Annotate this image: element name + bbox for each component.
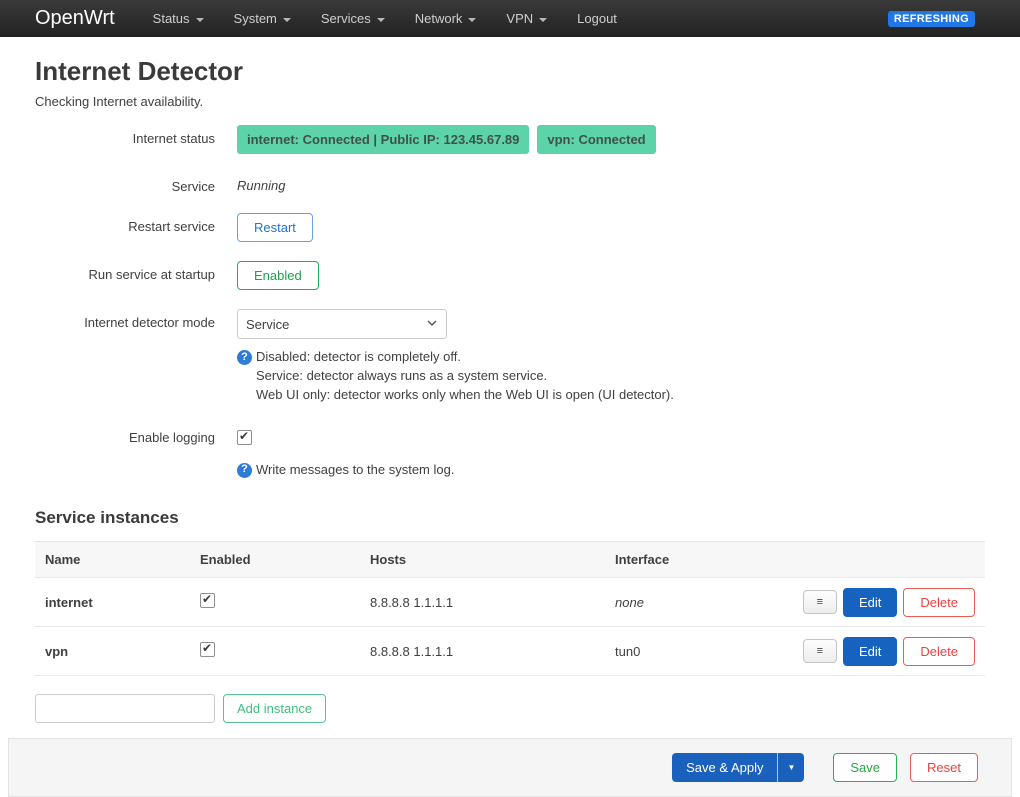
run-at-startup-label: Run service at startup [35,261,215,282]
instance-interface: none [615,595,785,610]
footer-actions: Save & Apply ▼ Save Reset [8,738,1012,797]
col-header-hosts: Hosts [370,552,615,567]
col-header-name: Name [35,552,200,567]
nav-item-label: Status [153,11,190,26]
save-apply-split-button: Save & Apply ▼ [672,753,804,782]
status-badges: internet: Connected | Public IP: 123.45.… [237,125,656,154]
service-state-value: Running [237,173,285,193]
caret-down-icon [468,18,476,22]
internet-status-label: Internet status [35,125,215,146]
instances-table-header: Name Enabled Hosts Interface [35,542,985,578]
instance-name: internet [35,595,200,610]
nav-item-status[interactable]: Status [153,11,204,26]
col-header-interface: Interface [615,552,785,567]
table-row-internet: internet 8.8.8.8 1.1.1.1 none ≡ Edit Del… [35,578,985,627]
nav-item-label: Services [321,11,371,26]
form-row-startup: Run service at startup Enabled [35,261,985,290]
instance-hosts: 8.8.8.8 1.1.1.1 [370,595,615,610]
nav-item-network[interactable]: Network [415,11,477,26]
instance-interface: tun0 [615,644,785,659]
refreshing-indicator[interactable]: REFRESHING [888,11,975,27]
detector-mode-select[interactable]: Service [237,309,447,339]
edit-button[interactable]: Edit [843,637,897,666]
logging-help-text: Write messages to the system log. [256,461,454,480]
status-badge-internet: internet: Connected | Public IP: 123.45.… [237,125,529,154]
reset-button[interactable]: Reset [910,753,978,782]
nav-item-label: Network [415,11,463,26]
form-row-mode: Internet detector mode Service ? Disable… [35,309,985,405]
detector-mode-help: ? Disabled: detector is completely off. … [237,348,674,405]
instance-name: vpn [35,644,200,659]
help-line: Web UI only: detector works only when th… [256,386,674,405]
caret-down-icon [377,18,385,22]
navbar: OpenWrt Status System Services Network V… [0,0,1020,37]
service-label: Service [35,173,215,194]
page-title: Internet Detector [35,56,985,87]
nav-item-label: Logout [577,11,617,26]
nav-item-label: System [234,11,277,26]
enable-logging-checkbox[interactable] [237,430,252,445]
delete-button[interactable]: Delete [903,637,975,666]
save-apply-dropdown-button[interactable]: ▼ [777,753,804,782]
more-actions-button[interactable]: ≡ [803,590,837,614]
form-row-restart: Restart service Restart [35,213,985,242]
instance-hosts: 8.8.8.8 1.1.1.1 [370,644,615,659]
nav-item-system[interactable]: System [234,11,291,26]
status-badge-vpn: vpn: Connected [537,125,655,154]
help-icon: ? [237,350,252,365]
save-button[interactable]: Save [833,753,897,782]
table-row-vpn: vpn 8.8.8.8 1.1.1.1 tun0 ≡ Edit Delete [35,627,985,676]
nav-item-services[interactable]: Services [321,11,385,26]
restart-button[interactable]: Restart [237,213,313,242]
help-line: Service: detector always runs as a syste… [256,367,674,386]
nav-menu: Status System Services Network VPN Logou… [153,11,617,26]
add-instance-row: Add instance [35,694,985,723]
form-row-internet-status: Internet status internet: Connected | Pu… [35,125,985,154]
page-subtitle: Checking Internet availability. [35,94,985,109]
edit-button[interactable]: Edit [843,588,897,617]
caret-down-icon [196,18,204,22]
service-instances-title: Service instances [35,508,985,528]
main-content: Internet Detector Checking Internet avai… [0,56,1020,723]
detector-mode-select-wrap: Service [237,309,447,339]
nav-item-label: VPN [506,11,533,26]
detector-mode-help-text: Disabled: detector is completely off. Se… [256,348,674,405]
help-icon: ? [237,463,252,478]
caret-down-icon [283,18,291,22]
instance-enabled-checkbox[interactable] [200,593,215,608]
col-header-enabled: Enabled [200,552,370,567]
enable-logging-label: Enable logging [35,424,215,445]
instances-table: Name Enabled Hosts Interface internet 8.… [35,541,985,676]
add-instance-input[interactable] [35,694,215,723]
instance-enabled-checkbox[interactable] [200,642,215,657]
help-line: Disabled: detector is completely off. [256,348,674,367]
add-instance-button[interactable]: Add instance [223,694,326,723]
logging-help: ? Write messages to the system log. [237,461,454,480]
brand-logo[interactable]: OpenWrt [35,7,115,30]
save-apply-button[interactable]: Save & Apply [672,753,777,782]
nav-item-vpn[interactable]: VPN [506,11,547,26]
form-row-logging: Enable logging ? Write messages to the s… [35,424,985,480]
detector-mode-label: Internet detector mode [35,309,215,330]
restart-service-label: Restart service [35,213,215,234]
delete-button[interactable]: Delete [903,588,975,617]
caret-down-icon [539,18,547,22]
startup-enabled-button[interactable]: Enabled [237,261,319,290]
more-actions-button[interactable]: ≡ [803,639,837,663]
form-row-service: Service Running [35,173,985,194]
nav-item-logout[interactable]: Logout [577,11,617,26]
